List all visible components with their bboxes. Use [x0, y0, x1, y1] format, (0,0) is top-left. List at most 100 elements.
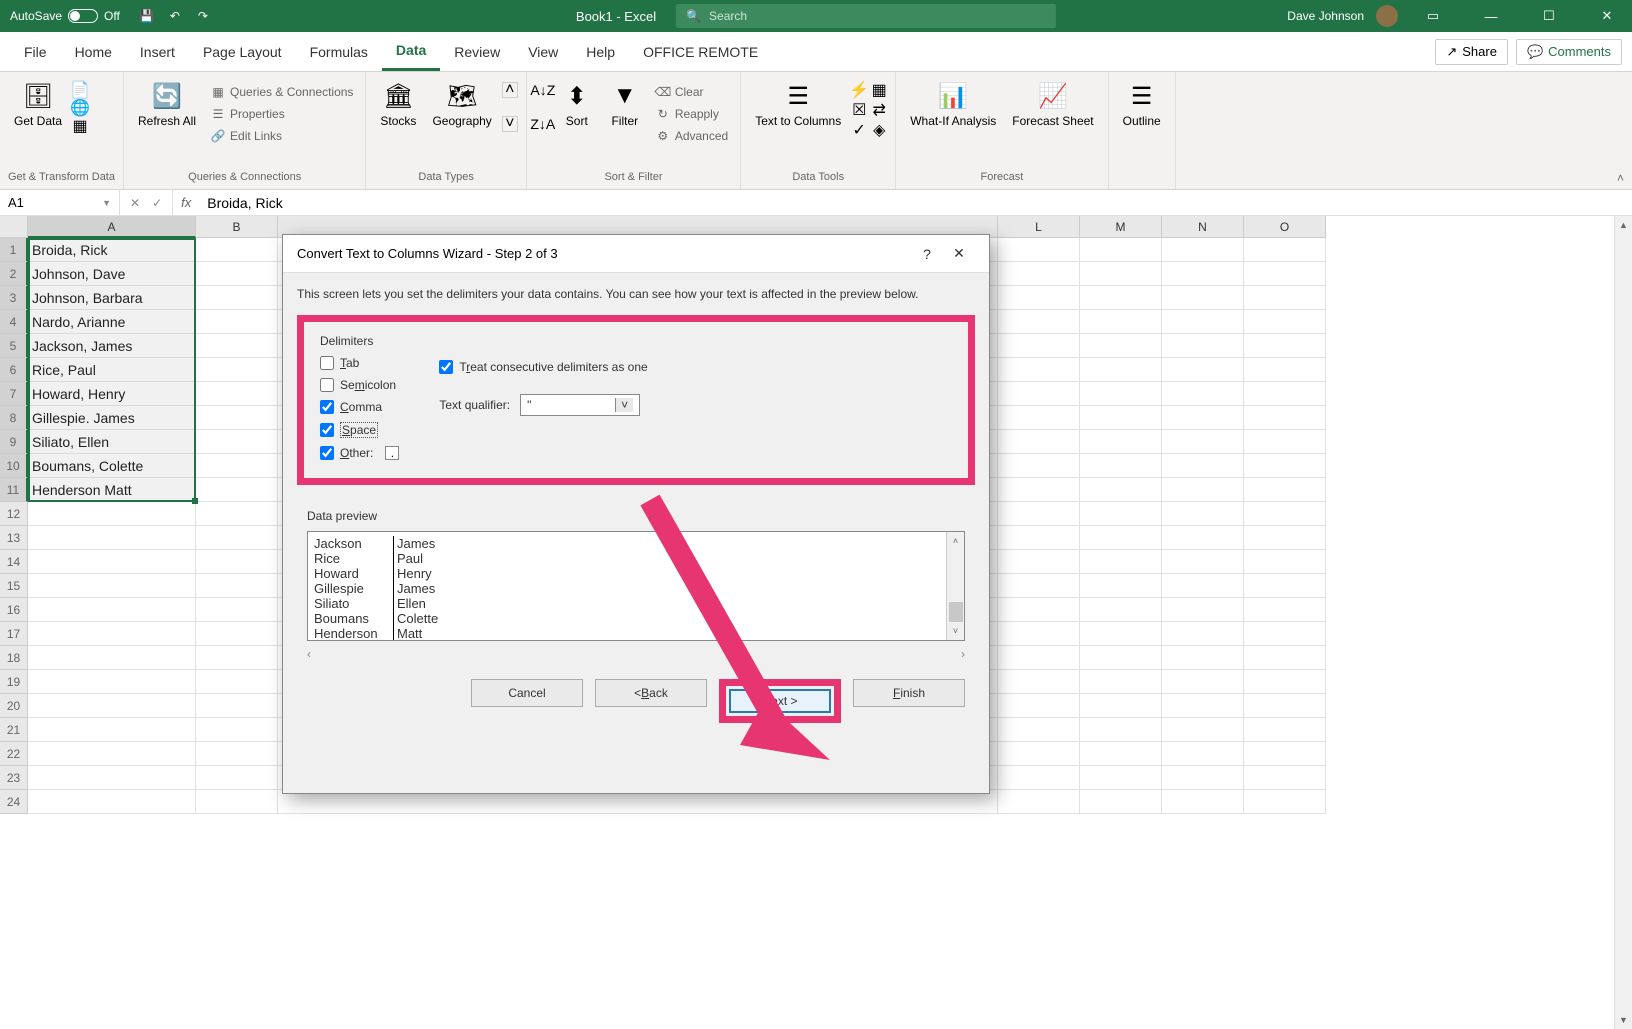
tab-file[interactable]: File — [10, 34, 61, 70]
cell[interactable] — [196, 358, 278, 382]
from-web-icon[interactable]: 🌐 — [72, 100, 88, 116]
autosave-toggle[interactable]: AutoSave Off — [10, 9, 120, 23]
cell[interactable] — [196, 646, 278, 670]
cell[interactable] — [998, 646, 1080, 670]
get-data-button[interactable]: 🗄 Get Data — [8, 76, 68, 132]
cell[interactable] — [28, 598, 196, 622]
row-header[interactable]: 16 — [0, 598, 28, 622]
cell[interactable] — [1162, 238, 1244, 262]
row-header[interactable]: 2 — [0, 262, 28, 286]
row-header[interactable]: 17 — [0, 622, 28, 646]
cell[interactable] — [998, 622, 1080, 646]
cell[interactable] — [1080, 622, 1162, 646]
other-delimiter-input[interactable] — [385, 446, 399, 460]
row-header[interactable]: 4 — [0, 310, 28, 334]
cell[interactable]: Nardo, Arianne — [28, 310, 196, 334]
name-box[interactable]: A1 ▼ — [0, 190, 120, 215]
delimiter-other-checkbox[interactable]: Other: — [320, 446, 399, 460]
cell[interactable] — [998, 790, 1080, 814]
cell[interactable] — [998, 358, 1080, 382]
cell[interactable] — [998, 382, 1080, 406]
cell[interactable]: Siliato, Ellen — [28, 430, 196, 454]
cell[interactable] — [1244, 598, 1326, 622]
cancel-button[interactable]: Cancel — [471, 679, 583, 707]
formula-input[interactable]: Broida, Rick — [199, 195, 1632, 211]
cell[interactable] — [196, 622, 278, 646]
row-header[interactable]: 5 — [0, 334, 28, 358]
cell[interactable] — [1080, 382, 1162, 406]
from-text-icon[interactable]: 📄 — [72, 82, 88, 98]
row-header[interactable]: 1 — [0, 238, 28, 262]
cell[interactable] — [1162, 526, 1244, 550]
cell[interactable] — [1244, 670, 1326, 694]
queries-connections-button[interactable]: ▦Queries & Connections — [206, 82, 357, 102]
tab-data[interactable]: Data — [382, 32, 440, 71]
cell[interactable] — [196, 742, 278, 766]
avatar[interactable] — [1376, 5, 1398, 27]
cell[interactable] — [1080, 262, 1162, 286]
properties-button[interactable]: ☰Properties — [206, 104, 357, 124]
cell[interactable] — [1162, 598, 1244, 622]
cell[interactable] — [1080, 694, 1162, 718]
text-qualifier-select[interactable]: " ˅ — [520, 394, 640, 416]
cell[interactable] — [1080, 358, 1162, 382]
cell[interactable] — [1244, 718, 1326, 742]
cell[interactable] — [1244, 766, 1326, 790]
cell[interactable] — [196, 382, 278, 406]
from-table-icon[interactable]: ▦ — [72, 118, 88, 134]
cell[interactable] — [998, 694, 1080, 718]
cell[interactable] — [196, 478, 278, 502]
cell[interactable] — [1162, 790, 1244, 814]
cell[interactable] — [998, 334, 1080, 358]
cell[interactable] — [196, 502, 278, 526]
ribbon-display-icon[interactable]: ▭ — [1410, 0, 1456, 32]
forecast-sheet-button[interactable]: 📈Forecast Sheet — [1006, 76, 1099, 132]
delimiter-tab-checkbox[interactable]: Tab — [320, 356, 399, 370]
share-button[interactable]: ↗Share — [1435, 39, 1508, 65]
cell[interactable] — [196, 286, 278, 310]
cell[interactable] — [196, 694, 278, 718]
row-header[interactable]: 6 — [0, 358, 28, 382]
cell[interactable] — [1162, 718, 1244, 742]
relationships-icon[interactable]: ⇄ — [871, 102, 887, 118]
tab-insert[interactable]: Insert — [126, 34, 189, 70]
cell[interactable]: Rice, Paul — [28, 358, 196, 382]
cell[interactable] — [1080, 598, 1162, 622]
cell[interactable] — [28, 790, 196, 814]
row-header[interactable]: 11 — [0, 478, 28, 502]
cell[interactable] — [1244, 742, 1326, 766]
cell[interactable] — [1162, 550, 1244, 574]
cell[interactable] — [1080, 478, 1162, 502]
row-header[interactable]: 18 — [0, 646, 28, 670]
cell[interactable] — [1244, 238, 1326, 262]
geography-button[interactable]: 🗺Geography — [426, 76, 497, 132]
cell[interactable] — [1162, 430, 1244, 454]
close-icon[interactable]: ✕ — [943, 245, 975, 262]
cell[interactable] — [1162, 574, 1244, 598]
next-button[interactable]: Next > — [729, 689, 831, 713]
cell[interactable] — [28, 574, 196, 598]
cell[interactable] — [1244, 646, 1326, 670]
cancel-entry-icon[interactable]: ✕ — [130, 196, 140, 210]
clear-filter-button[interactable]: ⌫Clear — [651, 82, 732, 102]
cell[interactable] — [1244, 382, 1326, 406]
cell[interactable] — [1080, 550, 1162, 574]
cell[interactable] — [28, 670, 196, 694]
edit-links-button[interactable]: 🔗Edit Links — [206, 126, 357, 146]
cell[interactable] — [28, 718, 196, 742]
cell[interactable] — [1080, 646, 1162, 670]
cell[interactable] — [1244, 502, 1326, 526]
cell[interactable]: Johnson, Barbara — [28, 286, 196, 310]
cell[interactable] — [998, 670, 1080, 694]
cell[interactable] — [998, 550, 1080, 574]
consolidate-icon[interactable]: ▦ — [871, 82, 887, 98]
cell[interactable] — [1162, 622, 1244, 646]
cell[interactable] — [196, 406, 278, 430]
cell[interactable] — [1080, 406, 1162, 430]
row-header[interactable]: 9 — [0, 430, 28, 454]
minimize-icon[interactable]: — — [1468, 0, 1514, 32]
what-if-button[interactable]: 📊What-If Analysis — [904, 76, 1002, 132]
row-header[interactable]: 7 — [0, 382, 28, 406]
scroll-down-icon[interactable]: ▼ — [1615, 1011, 1632, 1029]
delimiter-space-checkbox[interactable]: Space — [320, 422, 399, 438]
